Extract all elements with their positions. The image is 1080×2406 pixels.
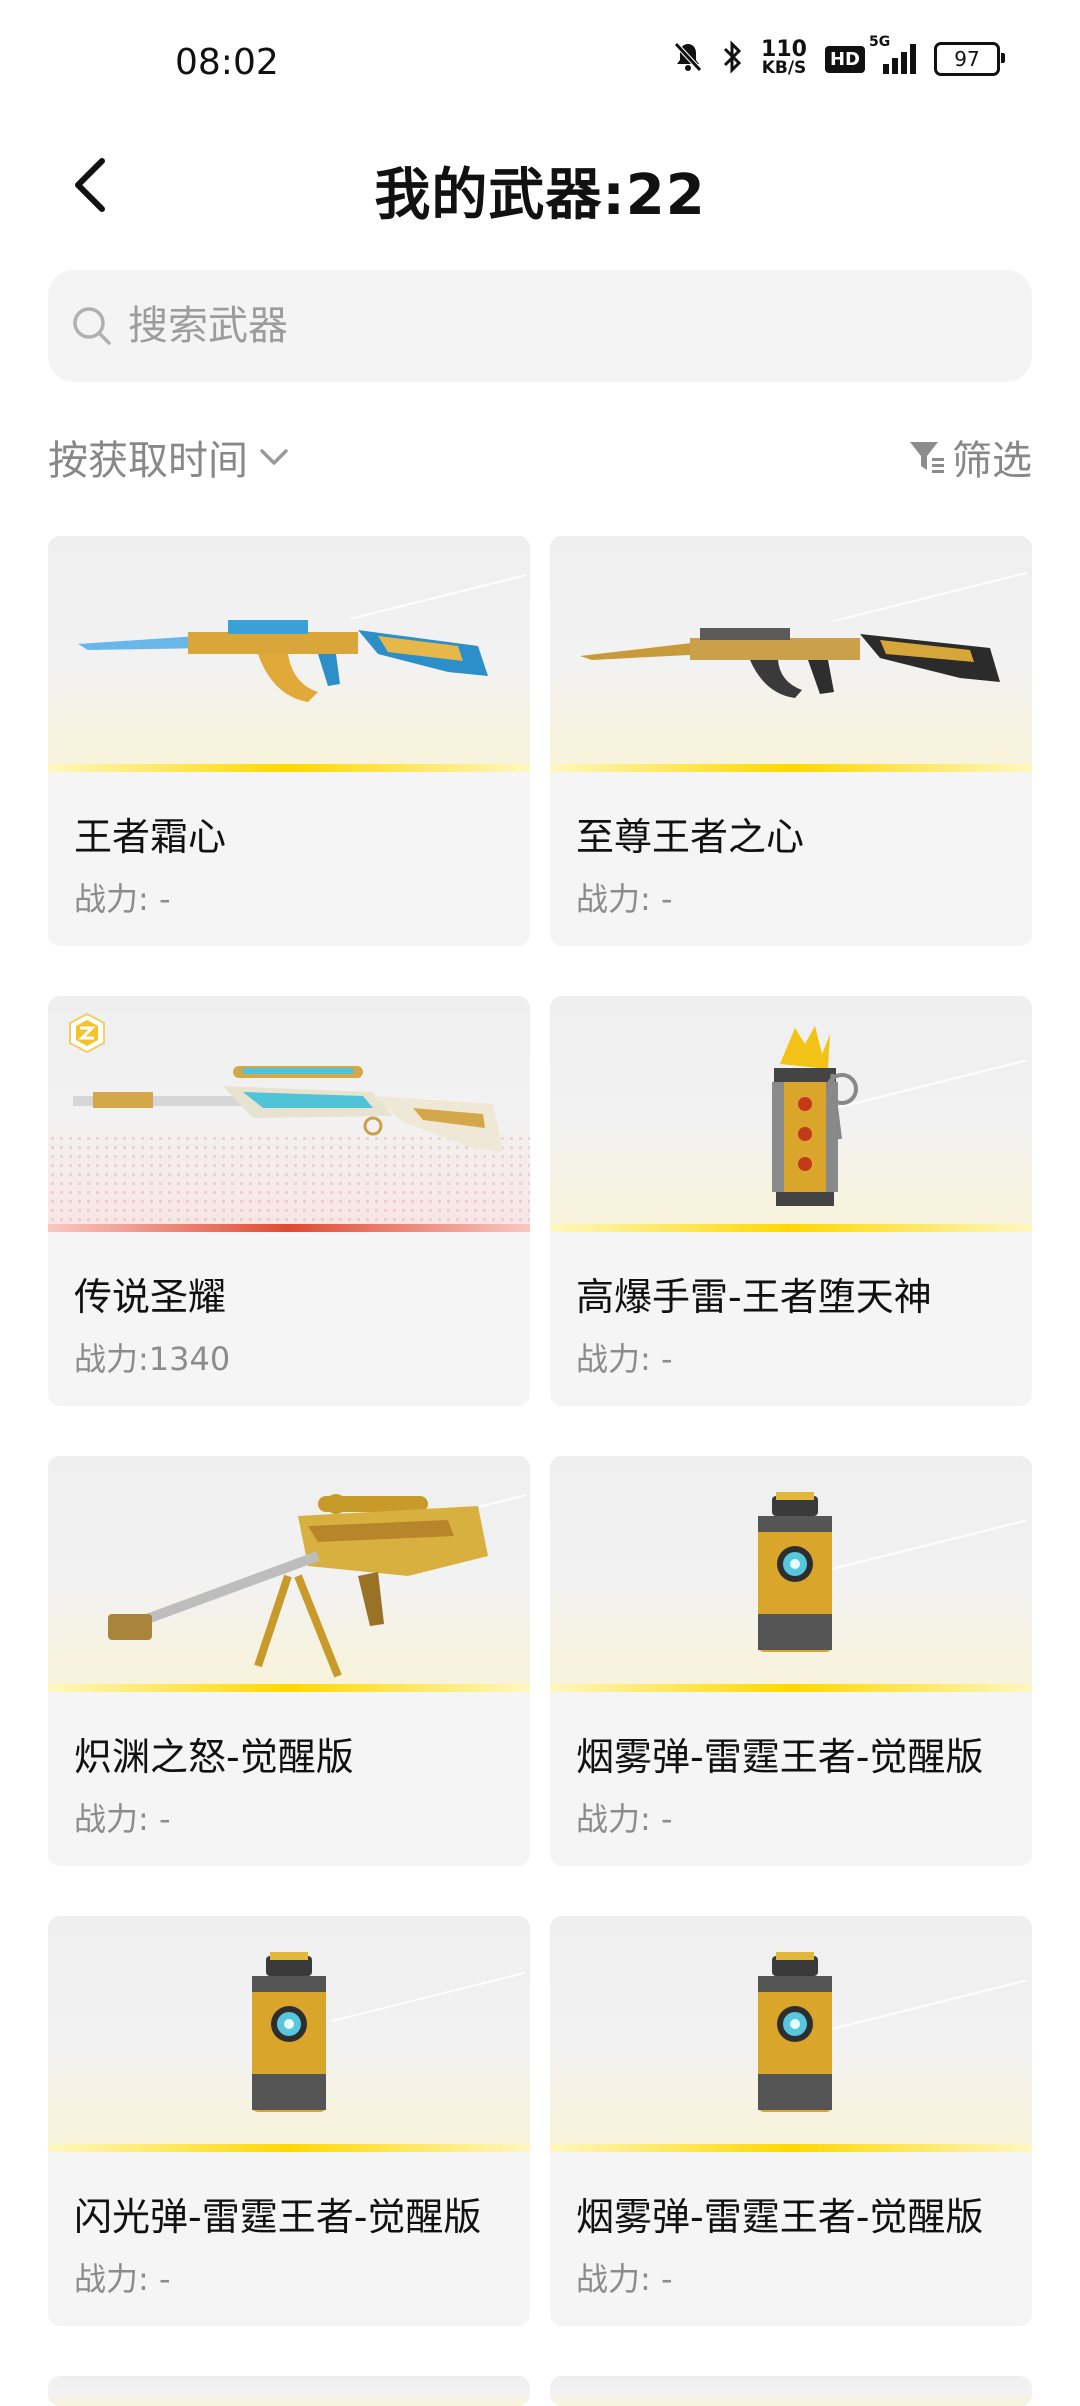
page-title: 我的武器:22 [374,163,706,228]
network-speed-unit: KB/S [761,58,807,78]
sort-dropdown[interactable]: 按获取时间 [48,428,290,486]
weapon-name: 闪光弹-雷霆王者-觉醒版 [74,2195,482,2239]
grenade-icon [772,1026,858,1206]
weapon-image [550,2376,1032,2406]
weapon-card[interactable]: 炽渊之怒-觉醒版 战力: - [48,1456,530,1866]
weapon-power: 战力: - [576,1800,673,1838]
weapon-power: 战力: - [576,2260,673,2298]
weapon-name: 炽渊之怒-觉醒版 [74,1735,354,1779]
filter-button[interactable]: 筛选 [908,428,1032,486]
rifle-icon [580,628,1000,698]
weapon-power: 战力: - [74,1800,171,1838]
smoke-grenade-icon [758,1952,832,2112]
battery-level: 97 [954,47,980,71]
weapon-card[interactable]: 至尊王者之心 战力: - [550,536,1032,946]
signal-icon: 5G [869,34,916,74]
search-input[interactable] [126,302,1032,350]
search-box[interactable] [48,270,1032,382]
hd-badge: HD [824,45,865,73]
weapon-image [48,1456,530,1692]
network-speed: 110 KB/S [761,37,807,78]
weapon-name: 王者霜心 [74,815,227,859]
status-time: 08:02 [175,42,279,83]
mute-bell-icon [673,41,703,77]
weapon-image [550,1456,1032,1692]
weapon-image [550,536,1032,772]
bluetooth-icon [721,40,743,78]
network-type-label: 5G [869,34,891,50]
weapon-name: 高爆手雷-王者堕天神 [576,1275,932,1319]
weapon-name: 烟雾弹-雷霆王者-觉醒版 [576,1735,984,1779]
weapon-power: 战力: - [74,880,171,918]
weapon-power: 战力:1340 [74,1340,231,1378]
battery-icon: 97 [934,42,1005,76]
chevron-down-icon [260,449,288,465]
weapon-card[interactable]: 烟雾弹-雷霆王者-觉醒版 战力: - [550,1456,1032,1866]
weapon-card[interactable]: 烟雾弹-雷霆王者-觉醒版 战力: - [550,1916,1032,2326]
weapon-card[interactable]: 传说圣耀 战力:1340 [48,996,530,1406]
sniper-icon [108,1494,488,1678]
sniper-icon [73,1066,503,1152]
weapon-power: 战力: - [576,880,673,918]
weapon-card[interactable]: 王者霜心 战力: - [48,536,530,946]
weapon-card[interactable]: 闪光弹-雷霆王者-觉醒版 战力: - [48,1916,530,2326]
weapon-image [48,536,530,772]
weapon-image [550,996,1032,1232]
weapon-card[interactable]: 高爆手雷-王者堕天神 战力: - [550,996,1032,1406]
filter-label: 筛选 [952,438,1032,484]
weapon-power: 战力: - [74,2260,171,2298]
flash-grenade-icon [252,1952,326,2112]
weapon-image [48,996,530,1232]
weapon-power: 战力: - [576,1340,673,1378]
weapon-image [48,1916,530,2152]
search-icon [70,304,114,348]
weapon-card[interactable] [48,2376,530,2406]
sort-filter-row: 按获取时间 筛选 [48,428,1032,498]
header: 我的武器:22 [0,120,1080,260]
status-bar: 08:02 110 KB/S HD 5G 97 [0,0,1080,120]
filter-icon [910,442,944,473]
network-speed-value: 110 [761,37,807,62]
sort-label: 按获取时间 [48,438,248,484]
smoke-grenade-icon [758,1492,832,1652]
weapon-image [550,1916,1032,2152]
weapon-name: 烟雾弹-雷霆王者-觉醒版 [576,2195,984,2239]
weapon-name: 传说圣耀 [74,1275,227,1319]
rifle-icon [78,620,488,702]
status-icons: 110 KB/S HD 5G 97 [673,34,1005,78]
weapon-name: 至尊王者之心 [576,815,805,859]
weapon-image [48,2376,530,2406]
weapon-card[interactable] [550,2376,1032,2406]
legend-rank-icon [69,1012,105,1054]
